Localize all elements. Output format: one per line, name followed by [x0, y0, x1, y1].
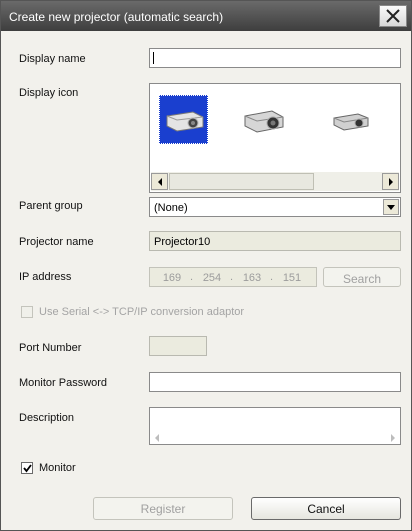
search-button[interactable]: Search	[323, 267, 401, 287]
icon-option-1[interactable]	[159, 95, 208, 144]
title-bar: Create new projector (automatic search)	[1, 1, 411, 31]
scrollbar-thumb[interactable]	[169, 173, 314, 190]
register-button[interactable]: Register	[93, 497, 233, 520]
projector-name-label: Projector name	[19, 236, 94, 248]
icon-option-3[interactable]	[325, 95, 374, 144]
ip-octet-3: 163	[242, 272, 262, 284]
monitor-password-input[interactable]	[149, 372, 401, 392]
display-icon-list	[149, 83, 401, 193]
ip-octet-2: 254	[202, 272, 222, 284]
ip-address-field: 169 . 254 . 163 . 151	[149, 267, 317, 287]
icon-option-2[interactable]	[238, 95, 287, 144]
scroll-left-button[interactable]	[151, 173, 168, 190]
ip-octet-1: 169	[162, 272, 182, 284]
projector-name-field: Projector10	[149, 231, 401, 251]
ip-separator: .	[270, 271, 274, 283]
close-icon	[386, 9, 400, 23]
port-number-label: Port Number	[19, 342, 82, 354]
description-input[interactable]	[149, 407, 401, 445]
dropdown-button[interactable]	[383, 199, 399, 215]
ip-separator: .	[190, 271, 194, 283]
icon-list-scrollbar[interactable]	[151, 172, 399, 191]
checkmark-icon	[23, 464, 32, 473]
projector-icon-selected	[166, 111, 204, 132]
monitor-checkbox[interactable]	[21, 462, 33, 474]
port-number-field	[149, 336, 207, 356]
close-button[interactable]	[379, 5, 407, 27]
use-serial-label: Use Serial <-> TCP/IP conversion adaptor	[39, 306, 245, 318]
monitor-label: Monitor	[39, 462, 76, 474]
monitor-password-label: Monitor Password	[19, 377, 108, 389]
arrow-right-icon	[391, 434, 395, 442]
use-serial-checkbox[interactable]	[21, 306, 33, 318]
create-projector-dialog: Create new projector (automatic search) …	[0, 0, 412, 531]
arrow-right-icon	[389, 178, 393, 186]
display-name-input[interactable]	[149, 48, 401, 68]
cancel-button[interactable]: Cancel	[251, 497, 401, 520]
parent-group-label: Parent group	[19, 200, 83, 212]
text-cursor	[153, 52, 154, 64]
description-label: Description	[19, 412, 75, 424]
display-name-label: Display name	[19, 53, 86, 65]
scroll-right-button[interactable]	[382, 173, 399, 190]
display-icon-label: Display icon	[19, 87, 79, 99]
ip-address-label: IP address	[19, 271, 72, 283]
ip-octet-4: 151	[282, 272, 302, 284]
arrow-left-icon	[158, 178, 162, 186]
dialog-title: Create new projector (automatic search)	[9, 10, 224, 24]
ip-separator: .	[230, 271, 234, 283]
arrow-left-icon	[155, 434, 159, 442]
projector-icon	[244, 110, 284, 133]
projector-icon-small	[333, 113, 369, 131]
parent-group-select[interactable]: (None)	[149, 197, 401, 217]
chevron-down-icon	[387, 205, 395, 210]
